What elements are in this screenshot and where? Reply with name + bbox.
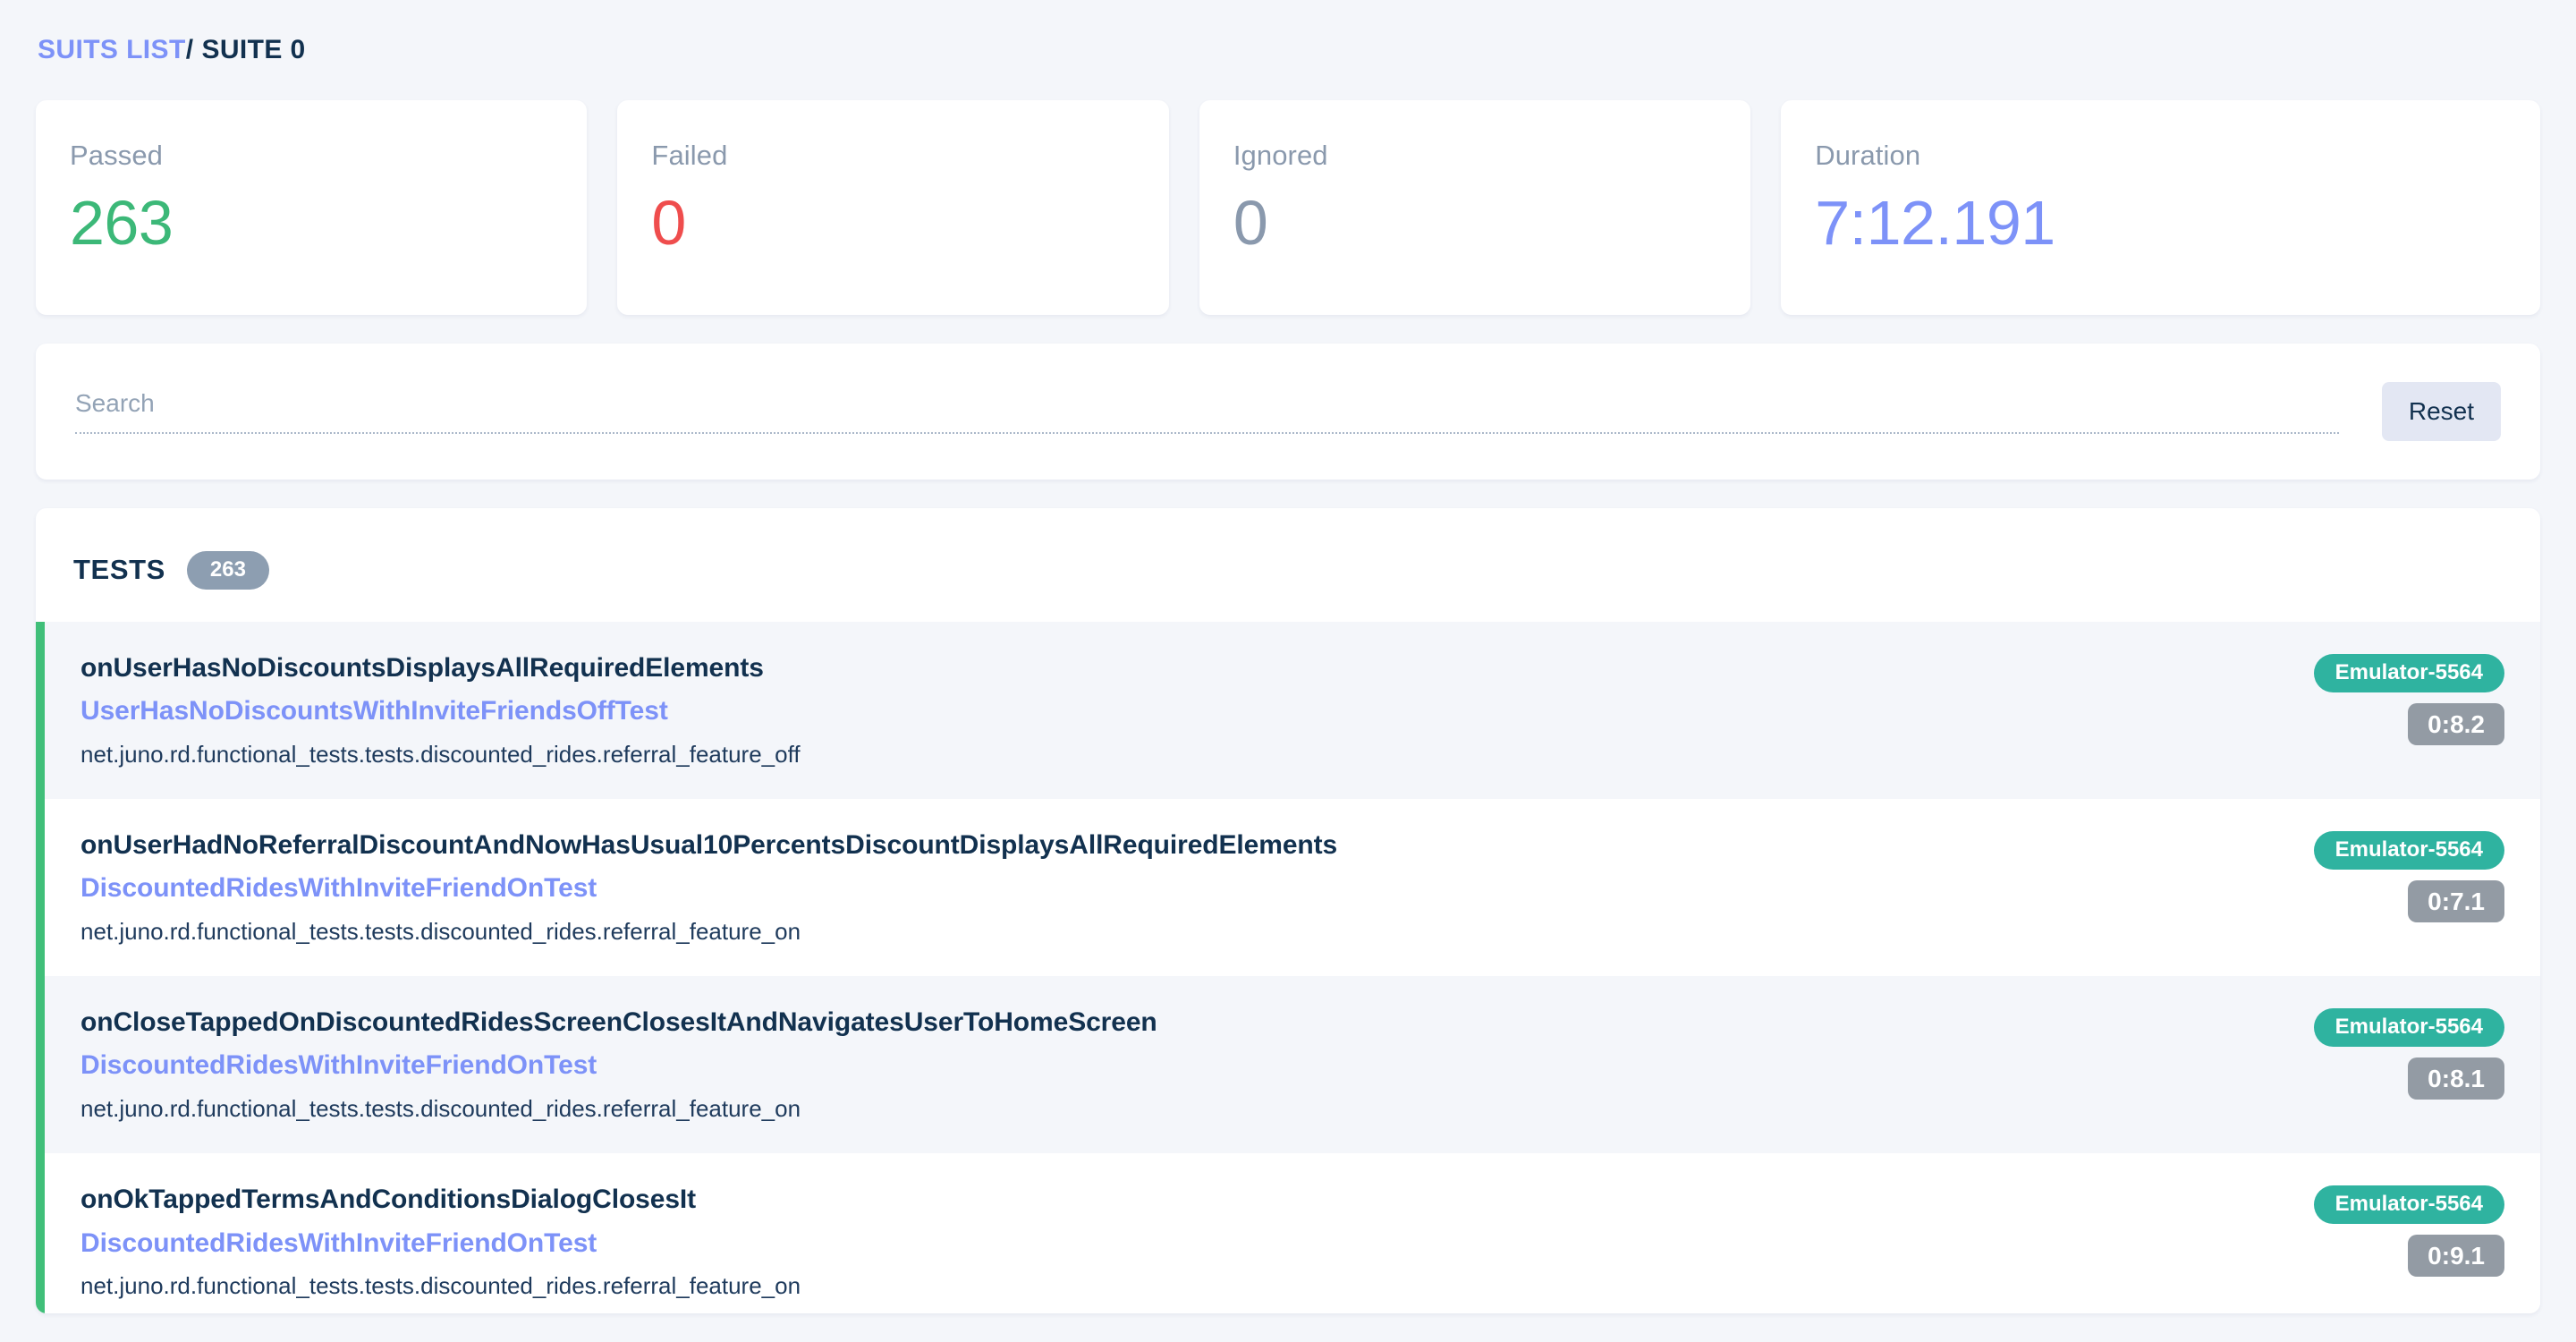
tests-list: onUserHasNoDiscountsDisplaysAllRequiredE… xyxy=(36,622,2540,1313)
test-meta: Emulator-5564 0:8.1 xyxy=(2314,1005,2504,1100)
search-card: Reset xyxy=(36,344,2540,480)
tests-header: TESTS 263 xyxy=(36,508,2540,622)
passed-status-rail xyxy=(36,622,45,1313)
tests-count-badge: 263 xyxy=(187,551,269,590)
stat-card-ignored: Ignored 0 xyxy=(1199,100,1750,315)
test-name: onUserHasNoDiscountsDisplaysAllRequiredE… xyxy=(80,650,2278,687)
table-row[interactable]: onOkTappedTermsAndConditionsDialogCloses… xyxy=(36,1153,2540,1313)
search-field xyxy=(75,389,2339,434)
device-badge: Emulator-5564 xyxy=(2314,831,2504,870)
duration-badge: 0:8.1 xyxy=(2408,1057,2504,1100)
test-class-link[interactable]: DiscountedRidesWithInviteFriendOnTest xyxy=(80,871,2278,907)
table-row[interactable]: onCloseTappedOnDiscountedRidesScreenClos… xyxy=(36,976,2540,1153)
table-row[interactable]: onUserHasNoDiscountsDisplaysAllRequiredE… xyxy=(36,622,2540,799)
test-info: onCloseTappedOnDiscountedRidesScreenClos… xyxy=(80,1005,2278,1125)
test-class-link[interactable]: UserHasNoDiscountsWithInviteFriendsOffTe… xyxy=(80,693,2278,730)
device-badge: Emulator-5564 xyxy=(2314,654,2504,692)
test-info: onUserHadNoReferralDiscountAndNowHasUsua… xyxy=(80,828,2278,947)
stat-card-failed: Failed 0 xyxy=(617,100,1168,315)
test-class-link[interactable]: DiscountedRidesWithInviteFriendOnTest xyxy=(80,1048,2278,1084)
test-name: onUserHadNoReferralDiscountAndNowHasUsua… xyxy=(80,828,2278,864)
test-name: onCloseTappedOnDiscountedRidesScreenClos… xyxy=(80,1005,2278,1041)
breadcrumb-separator: / xyxy=(186,35,194,65)
stat-card-passed: Passed 263 xyxy=(36,100,587,315)
test-info: onUserHasNoDiscountsDisplaysAllRequiredE… xyxy=(80,650,2278,770)
table-row[interactable]: onUserHadNoReferralDiscountAndNowHasUsua… xyxy=(36,799,2540,976)
tests-title: TESTS xyxy=(73,554,165,586)
test-meta: Emulator-5564 0:7.1 xyxy=(2314,828,2504,922)
device-badge: Emulator-5564 xyxy=(2314,1185,2504,1224)
stat-value-ignored: 0 xyxy=(1233,191,1716,254)
tests-card: TESTS 263 onUserHasNoDiscountsDisplaysAl… xyxy=(36,508,2540,1313)
device-badge: Emulator-5564 xyxy=(2314,1008,2504,1047)
search-input[interactable] xyxy=(75,389,2339,418)
test-package: net.juno.rd.functional_tests.tests.disco… xyxy=(80,916,2278,947)
test-package: net.juno.rd.functional_tests.tests.disco… xyxy=(80,1270,2278,1302)
breadcrumb-link-suits-list[interactable]: SUITS LIST xyxy=(38,35,186,65)
stats-row: Passed 263 Failed 0 Ignored 0 Duration 7… xyxy=(36,100,2540,315)
stat-label-passed: Passed xyxy=(70,140,553,172)
stat-label-duration: Duration xyxy=(1815,140,2506,172)
stat-value-passed: 263 xyxy=(70,191,553,254)
test-class-link[interactable]: DiscountedRidesWithInviteFriendOnTest xyxy=(80,1226,2278,1262)
stat-value-duration: 7:12.191 xyxy=(1815,191,2506,254)
test-meta: Emulator-5564 0:8.2 xyxy=(2314,650,2504,745)
duration-badge: 0:9.1 xyxy=(2408,1235,2504,1277)
duration-badge: 0:8.2 xyxy=(2408,703,2504,745)
test-package: net.juno.rd.functional_tests.tests.disco… xyxy=(80,1093,2278,1125)
stat-value-failed: 0 xyxy=(651,191,1134,254)
test-package: net.juno.rd.functional_tests.tests.disco… xyxy=(80,739,2278,770)
stat-label-ignored: Ignored xyxy=(1233,140,1716,172)
test-info: onOkTappedTermsAndConditionsDialogCloses… xyxy=(80,1182,2278,1302)
duration-badge: 0:7.1 xyxy=(2408,880,2504,922)
stat-card-duration: Duration 7:12.191 xyxy=(1781,100,2540,315)
test-name: onOkTappedTermsAndConditionsDialogCloses… xyxy=(80,1182,2278,1219)
stat-label-failed: Failed xyxy=(651,140,1134,172)
page-root: SUITS LIST / SUITE 0 Passed 263 Failed 0… xyxy=(0,0,2576,1342)
reset-button[interactable]: Reset xyxy=(2382,382,2501,441)
breadcrumb-current-suite: SUITE 0 xyxy=(201,35,305,65)
breadcrumb: SUITS LIST / SUITE 0 xyxy=(36,0,2540,100)
test-meta: Emulator-5564 0:9.1 xyxy=(2314,1182,2504,1277)
